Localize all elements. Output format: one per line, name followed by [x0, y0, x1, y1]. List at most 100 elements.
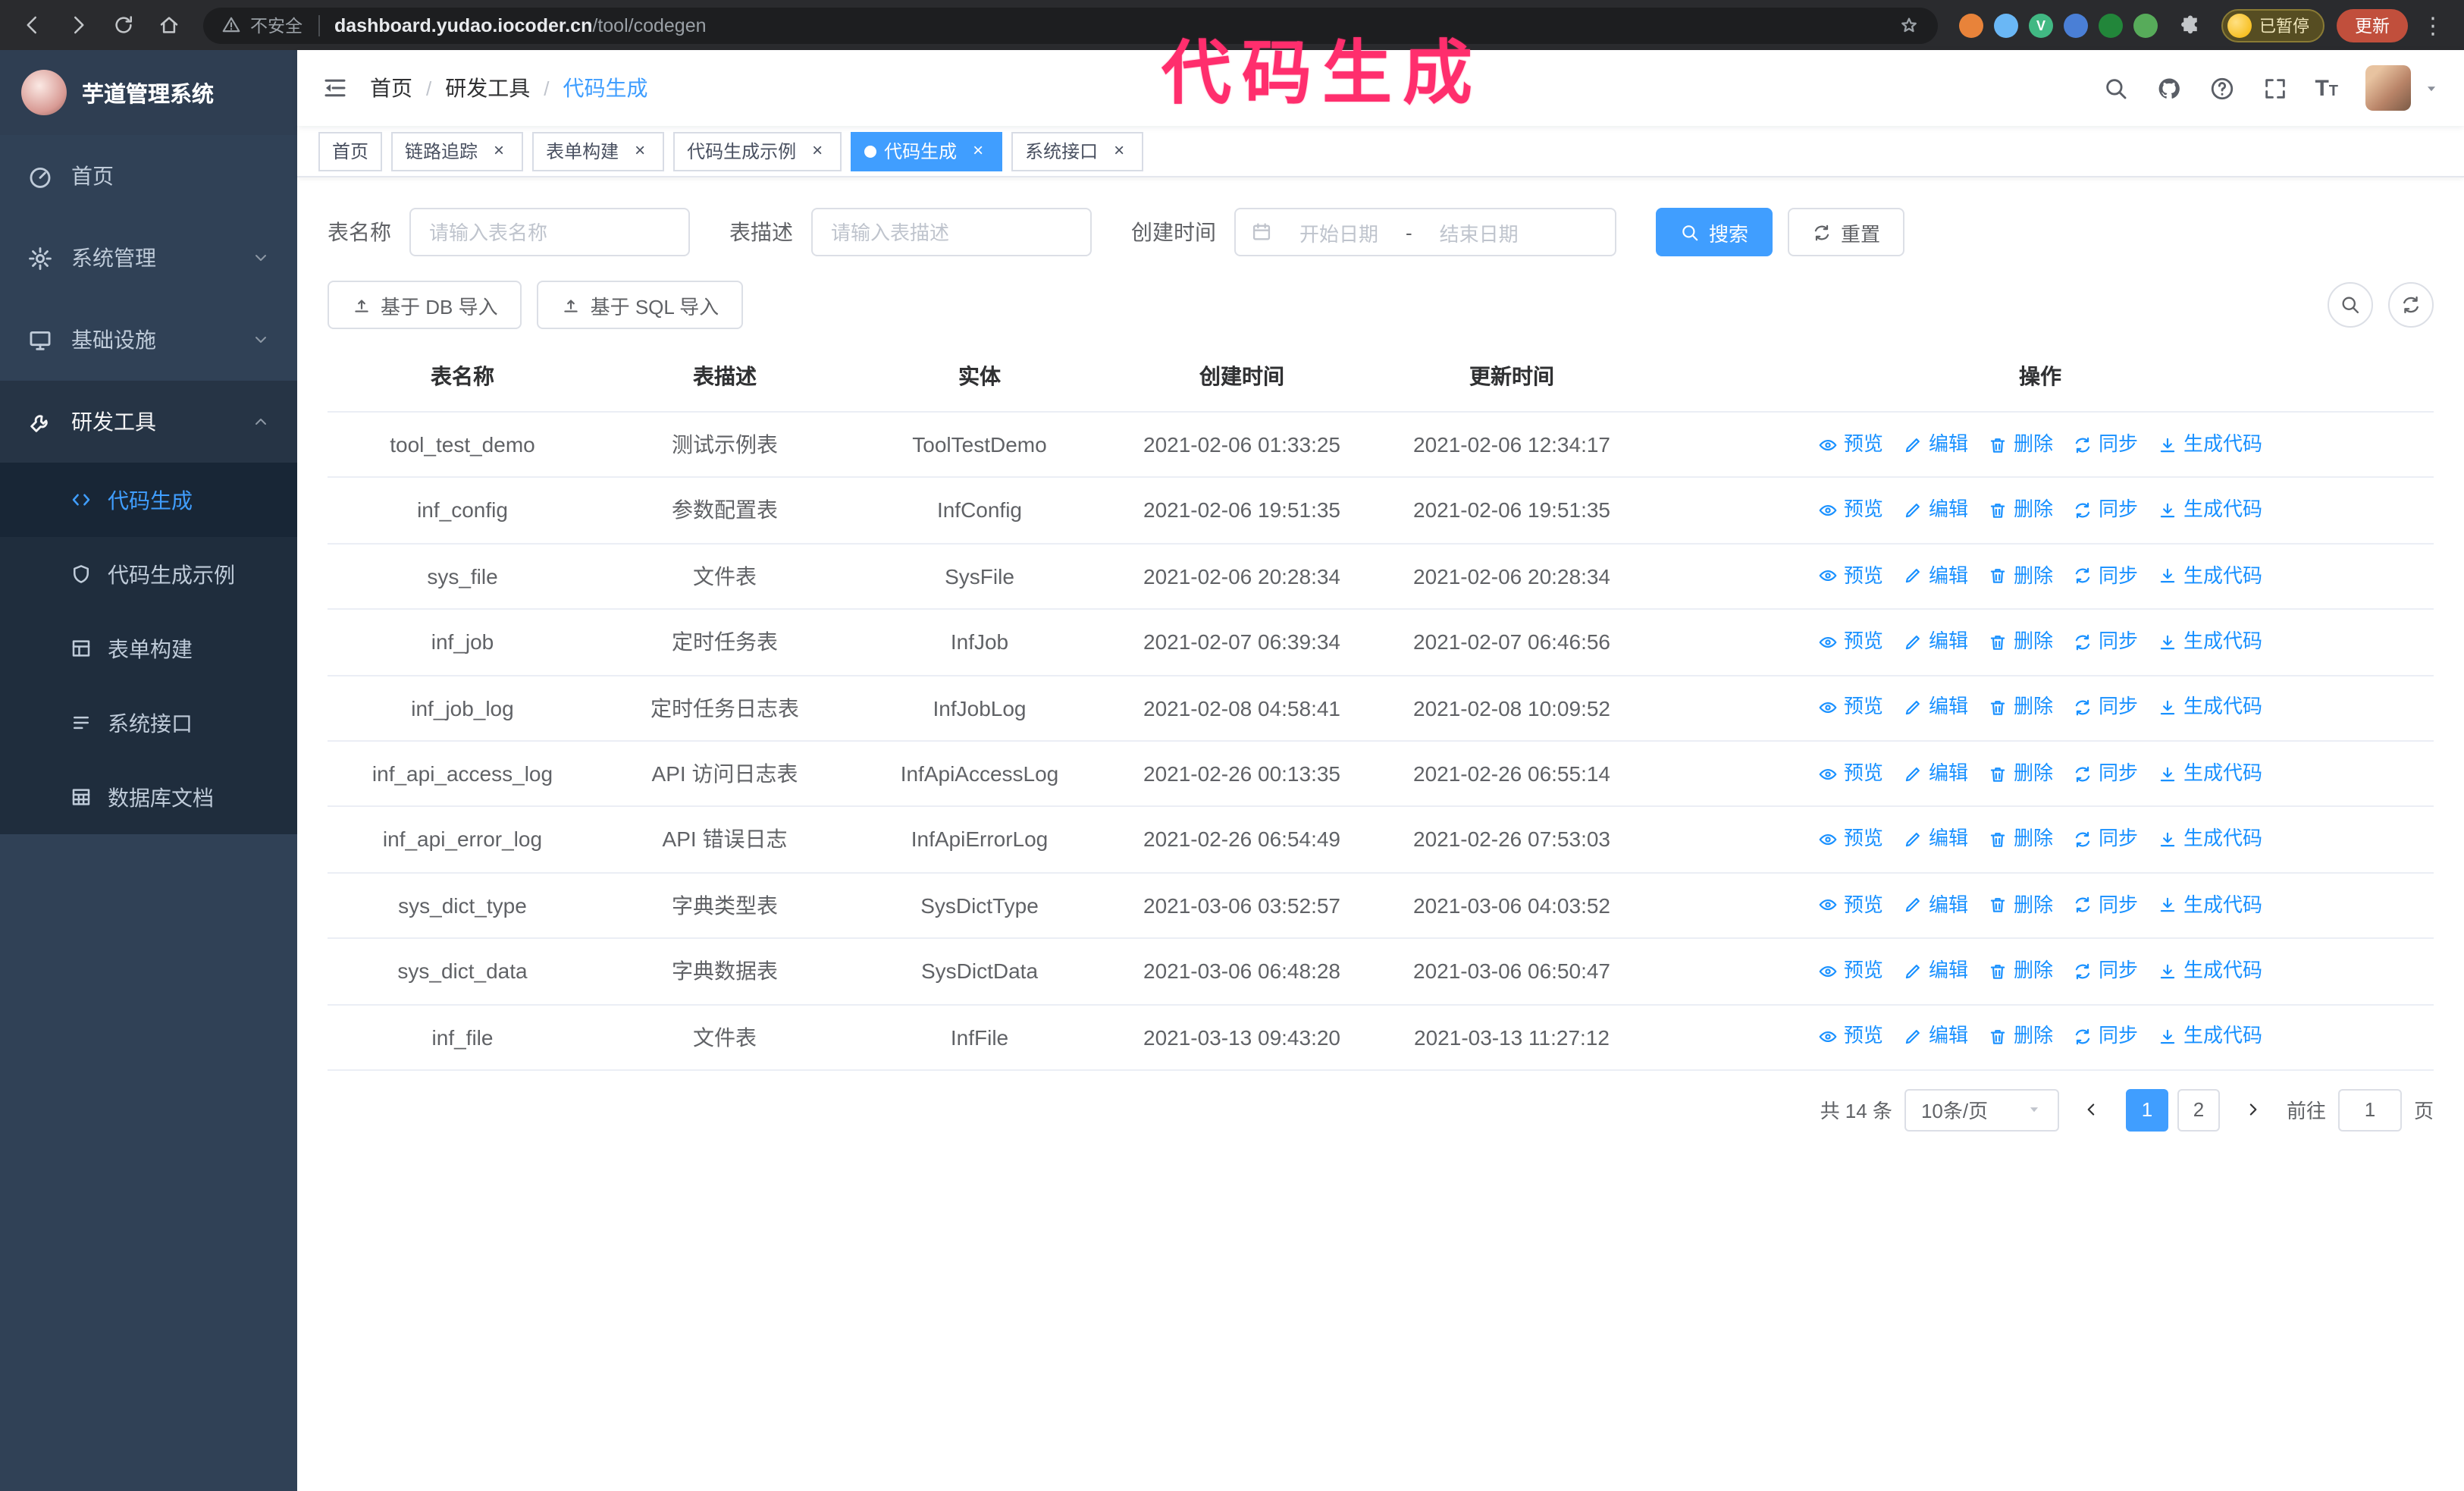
reload-button[interactable] [103, 5, 143, 45]
search-icon[interactable] [2102, 75, 2128, 101]
font-size-icon[interactable]: TT [2315, 77, 2338, 99]
extension-blue-icon[interactable] [1994, 13, 2018, 37]
breadcrumb-item[interactable]: 代码生成 [563, 73, 648, 103]
close-tab-icon[interactable]: × [1108, 140, 1130, 162]
reset-button[interactable]: 重置 [1788, 208, 1905, 256]
bookmark-star-icon[interactable] [1898, 14, 1920, 36]
delete-action[interactable]: 删除 [1988, 494, 2053, 526]
close-tab-icon[interactable]: × [488, 140, 509, 162]
delete-action[interactable]: 删除 [1988, 560, 2053, 592]
sidebar-item[interactable]: 研发工具 [0, 381, 297, 463]
extension-leaf-icon[interactable] [2133, 13, 2158, 37]
preview-action[interactable]: 预览 [1818, 890, 1883, 921]
import-db-button[interactable]: 基于 DB 导入 [328, 281, 522, 329]
generate-code-action[interactable]: 生成代码 [2158, 494, 2262, 526]
delete-action[interactable]: 删除 [1988, 956, 2053, 987]
edit-action[interactable]: 编辑 [1903, 429, 1968, 461]
next-page-button[interactable] [2232, 1089, 2274, 1132]
app-logo[interactable]: 芋道管理系统 [0, 50, 297, 135]
breadcrumb-item[interactable]: 首页 [370, 73, 412, 103]
edit-action[interactable]: 编辑 [1903, 758, 1968, 790]
preview-action[interactable]: 预览 [1818, 560, 1883, 592]
chrome-menu-icon[interactable]: ⋮ [2414, 11, 2452, 39]
table-desc-input[interactable] [811, 208, 1092, 256]
sidebar-subitem[interactable]: 数据库文档 [0, 760, 297, 834]
extensions-puzzle-icon[interactable] [2170, 5, 2209, 45]
extension-people-icon[interactable] [2064, 13, 2088, 37]
sidebar-toggle-icon[interactable] [321, 74, 349, 102]
user-avatar[interactable] [2365, 65, 2411, 111]
sync-action[interactable]: 同步 [2073, 626, 2138, 658]
sidebar-subitem[interactable]: 系统接口 [0, 686, 297, 760]
generate-code-action[interactable]: 生成代码 [2158, 956, 2262, 987]
goto-page-input[interactable] [2337, 1088, 2402, 1132]
sync-action[interactable]: 同步 [2073, 758, 2138, 790]
close-tab-icon[interactable]: × [967, 140, 989, 162]
address-bar[interactable]: 不安全 dashboard.yudao.iocoder.cn/tool/code… [203, 7, 1938, 43]
generate-code-action[interactable]: 生成代码 [2158, 758, 2262, 790]
sync-action[interactable]: 同步 [2073, 692, 2138, 724]
user-menu-caret-icon[interactable] [2423, 80, 2440, 96]
preview-action[interactable]: 预览 [1818, 758, 1883, 790]
sync-action[interactable]: 同步 [2073, 956, 2138, 987]
generate-code-action[interactable]: 生成代码 [2158, 1022, 2262, 1053]
preview-action[interactable]: 预览 [1818, 956, 1883, 987]
preview-action[interactable]: 预览 [1818, 824, 1883, 855]
sync-action[interactable]: 同步 [2073, 560, 2138, 592]
help-icon[interactable] [2209, 75, 2234, 101]
edit-action[interactable]: 编辑 [1903, 626, 1968, 658]
chrome-update-button[interactable]: 更新 [2337, 8, 2408, 42]
sync-action[interactable]: 同步 [2073, 429, 2138, 461]
fullscreen-icon[interactable] [2262, 75, 2287, 101]
delete-action[interactable]: 删除 [1988, 1022, 2053, 1053]
sync-action[interactable]: 同步 [2073, 890, 2138, 921]
edit-action[interactable]: 编辑 [1903, 494, 1968, 526]
preview-action[interactable]: 预览 [1818, 429, 1883, 461]
generate-code-action[interactable]: 生成代码 [2158, 692, 2262, 724]
home-button[interactable] [149, 5, 188, 45]
sidebar-item[interactable]: 系统管理 [0, 217, 297, 299]
close-tab-icon[interactable]: × [807, 140, 828, 162]
table-name-input[interactable] [409, 208, 690, 256]
sidebar-subitem[interactable]: 表单构建 [0, 611, 297, 686]
edit-action[interactable]: 编辑 [1903, 560, 1968, 592]
generate-code-action[interactable]: 生成代码 [2158, 429, 2262, 461]
preview-action[interactable]: 预览 [1818, 626, 1883, 658]
back-button[interactable] [12, 5, 52, 45]
extension-vue-icon[interactable]: V [2029, 13, 2053, 37]
extension-orange-icon[interactable] [1959, 13, 1983, 37]
tab-item[interactable]: 表单构建 × [532, 131, 665, 171]
sidebar-subitem[interactable]: 代码生成 [0, 463, 297, 537]
edit-action[interactable]: 编辑 [1903, 824, 1968, 855]
tab-item[interactable]: 链路追踪 × [391, 131, 524, 171]
search-button[interactable]: 搜索 [1656, 208, 1773, 256]
tab-item[interactable]: 代码生成 × [851, 131, 1003, 171]
delete-action[interactable]: 删除 [1988, 758, 2053, 790]
delete-action[interactable]: 删除 [1988, 626, 2053, 658]
profile-chip[interactable]: 已暂停 [2221, 8, 2324, 42]
tab-item[interactable]: 系统接口 × [1011, 131, 1144, 171]
edit-action[interactable]: 编辑 [1903, 890, 1968, 921]
delete-action[interactable]: 删除 [1988, 692, 2053, 724]
generate-code-action[interactable]: 生成代码 [2158, 824, 2262, 855]
page-number-button[interactable]: 2 [2177, 1088, 2220, 1132]
github-icon[interactable] [2155, 75, 2181, 101]
tab-item[interactable]: 首页 [318, 131, 383, 171]
sync-action[interactable]: 同步 [2073, 1022, 2138, 1053]
refresh-table-button[interactable] [2388, 282, 2434, 328]
delete-action[interactable]: 删除 [1988, 890, 2053, 921]
edit-action[interactable]: 编辑 [1903, 692, 1968, 724]
toggle-search-button[interactable] [2328, 282, 2373, 328]
generate-code-action[interactable]: 生成代码 [2158, 890, 2262, 921]
import-sql-button[interactable]: 基于 SQL 导入 [537, 281, 744, 329]
forward-button[interactable] [58, 5, 97, 45]
preview-action[interactable]: 预览 [1818, 692, 1883, 724]
sync-action[interactable]: 同步 [2073, 494, 2138, 526]
preview-action[interactable]: 预览 [1818, 494, 1883, 526]
page-number-button[interactable]: 1 [2125, 1088, 2168, 1132]
sidebar-subitem[interactable]: 代码生成示例 [0, 537, 297, 611]
edit-action[interactable]: 编辑 [1903, 956, 1968, 987]
prev-page-button[interactable] [2071, 1089, 2114, 1132]
edit-action[interactable]: 编辑 [1903, 1022, 1968, 1053]
generate-code-action[interactable]: 生成代码 [2158, 560, 2262, 592]
